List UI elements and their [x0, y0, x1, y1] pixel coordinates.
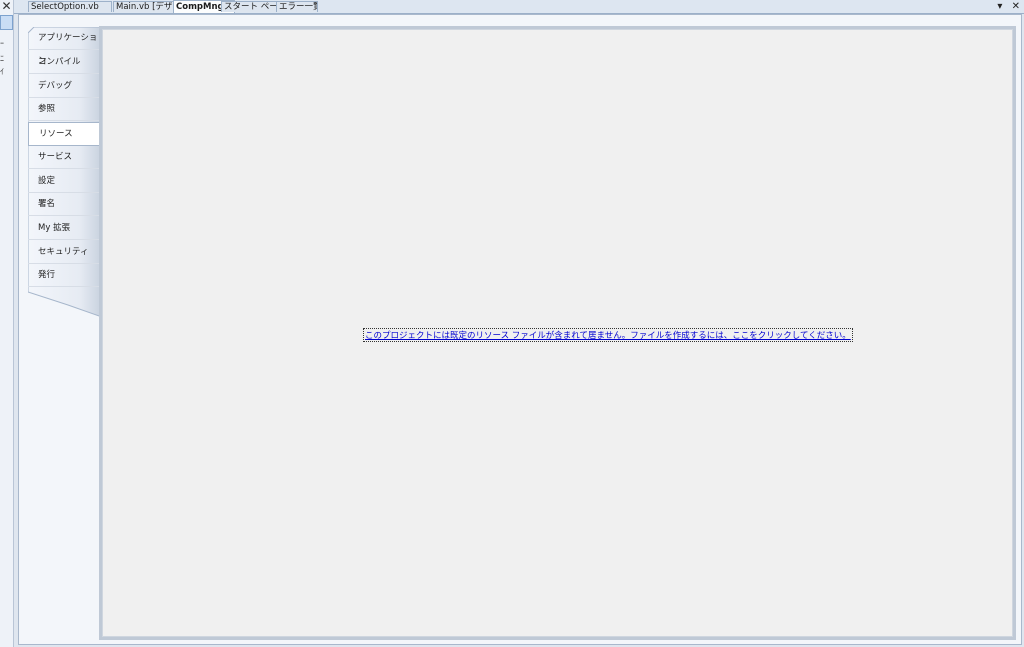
- tab-selectoption-vb[interactable]: SelectOption.vb: [28, 1, 112, 12]
- sidebar-item-security[interactable]: セキュリティ: [28, 241, 100, 264]
- close-icon[interactable]: ✕: [0, 0, 13, 13]
- tool-window-label: ｰ: [0, 39, 4, 48]
- project-properties-nav: アプリケーション コンパイル デバッグ 参照 リソース サービス 設定 署名 M…: [28, 27, 102, 317]
- resources-panel: このプロジェクトには既定のリソース ファイルが含まれて居ません。ファイルを作成す…: [99, 26, 1016, 640]
- left-tool-strip: ✕ ｰ ﾆ ｲ: [0, 0, 14, 647]
- sidebar-item-compile[interactable]: コンパイル: [28, 51, 100, 74]
- sidebar-item-debug[interactable]: デバッグ: [28, 75, 100, 98]
- tool-window-selected-item[interactable]: [0, 15, 13, 30]
- tab-error-list[interactable]: エラー一覧: [276, 1, 318, 12]
- sidebar-item-application[interactable]: アプリケーション: [28, 27, 100, 66]
- document-tab-bar: SelectOption.vb Main.vb [デザイン] CompMng ス…: [14, 0, 1024, 14]
- sidebar-item-settings[interactable]: 設定: [28, 170, 100, 193]
- sidebar-item-services[interactable]: サービス: [28, 146, 100, 169]
- sidebar-item-references[interactable]: 参照: [28, 98, 100, 121]
- sidebar-item-resources[interactable]: リソース: [28, 122, 102, 146]
- tab-start-page[interactable]: スタート ページ: [221, 1, 278, 12]
- create-resource-file-link[interactable]: このプロジェクトには既定のリソース ファイルが含まれて居ません。ファイルを作成す…: [363, 328, 853, 342]
- sidebar-item-signing[interactable]: 署名: [28, 193, 100, 216]
- chevron-down-icon[interactable]: ▾: [997, 1, 1002, 12]
- tool-window-label: ﾆ: [0, 54, 4, 63]
- sidebar-item-publish[interactable]: 発行: [28, 264, 100, 287]
- tool-window-label: ｲ: [0, 67, 4, 76]
- resources-panel-body: このプロジェクトには既定のリソース ファイルが含まれて居ません。ファイルを作成す…: [102, 29, 1013, 637]
- tab-controls: ▾ ✕: [991, 0, 1020, 13]
- sidebar-item-my-extensions[interactable]: My 拡張: [28, 217, 100, 240]
- close-icon[interactable]: ✕: [1012, 1, 1020, 12]
